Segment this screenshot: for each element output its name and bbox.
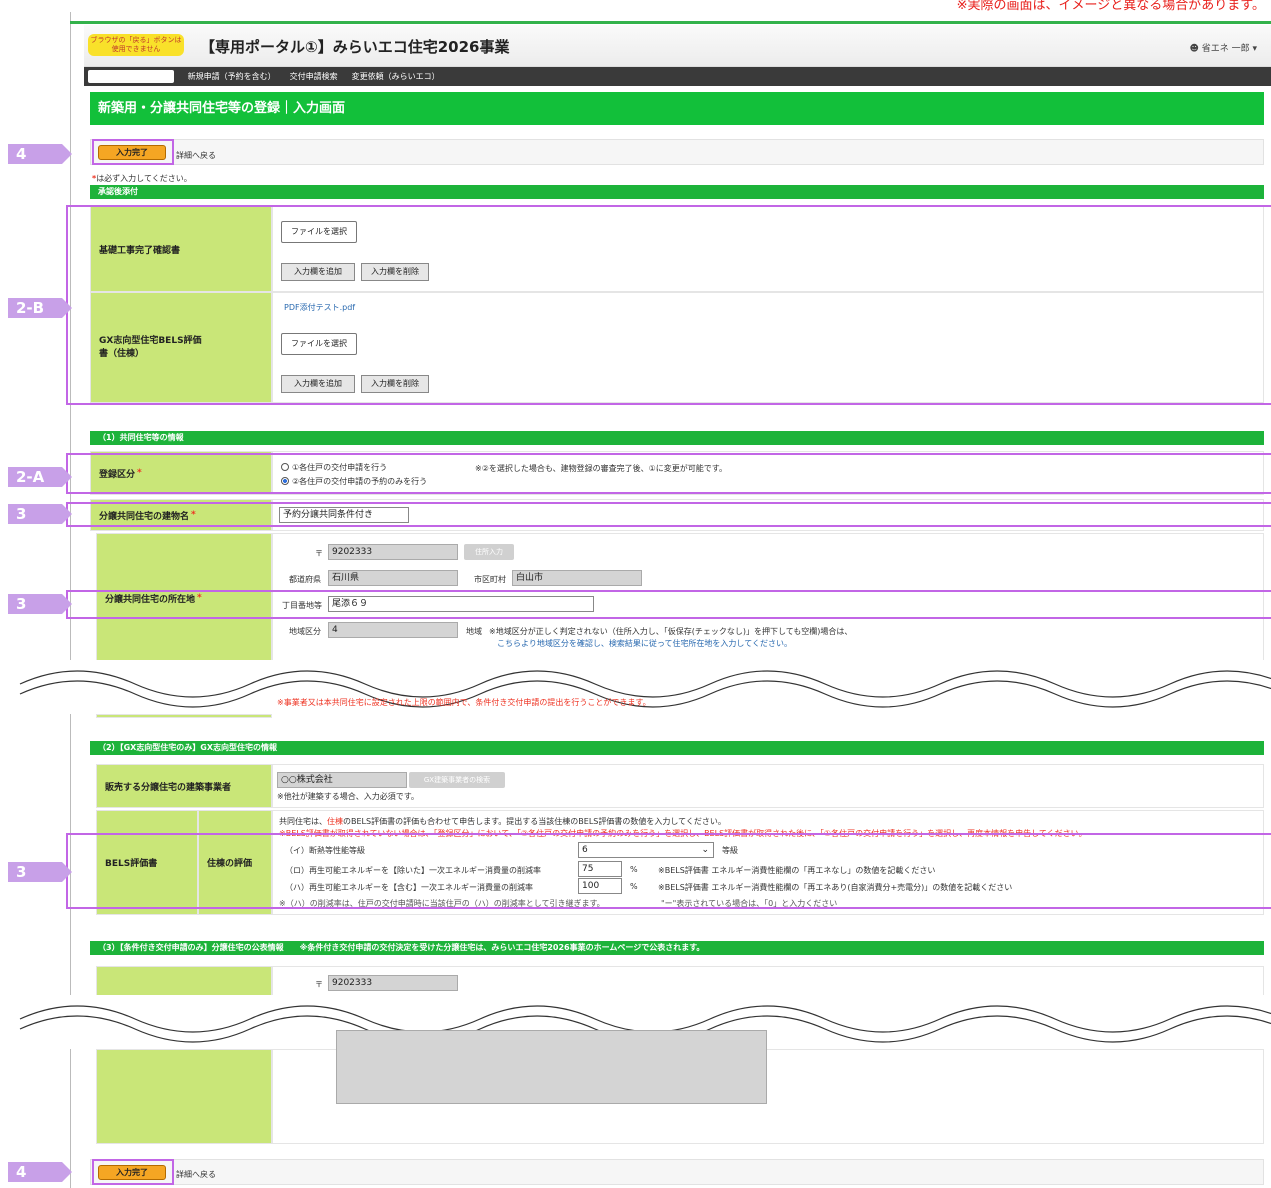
section-1-header: （1）共同住宅等の情報 [90,431,1264,445]
builder-search-button[interactable]: GX建築事業者の検索 [409,772,505,788]
user-name: 省エネ 一郎 [1201,44,1250,54]
back-to-detail-link-bottom[interactable]: 詳細へ戻る [176,1169,216,1180]
region-check-link[interactable]: こちらより地域区分を確認し、検索結果に従って住宅所在地を入力してください。 [497,638,792,649]
bels-info: 共同住宅は、住棟のBELS評価書の評価も合わせて申告します。提出する当該住棟のB… [279,817,726,826]
highlight-bels [66,833,1271,909]
callout-tag-3-bels: 3 [8,862,72,882]
highlight-reg-type [66,453,1271,494]
region-unit: 地域 [466,627,482,636]
submission-limit-note: ※事業者又は本共同住宅に設定された上限の範囲内で、条件付き交付申請の提出を行うこ… [277,698,651,707]
city-label: 市区町村 [474,575,506,584]
address-lookup-button[interactable]: 住所入力 [464,544,514,560]
action-bar-top [90,139,1264,165]
top-accent-line [70,21,1271,24]
action-bar-bottom [90,1159,1264,1185]
pref-input[interactable]: 石川県 [328,570,458,586]
portal-title: 【専用ポータル①】みらいエコ住宅2026事業 [200,38,510,56]
nav-item-search[interactable]: 交付申請検索 [290,71,338,82]
nav-bar: ⌂ TOPに戻る 新規申請（予約を含む） 交付申請検索 変更依頼（みらいエコ） [84,67,1271,86]
disclaimer-note: ※実際の画面は、イメージと異なる場合があります。 [956,0,1265,13]
builder-label: 販売する分譲住宅の建築事業者 [96,764,272,808]
nav-item-new[interactable]: 新規申請（予約を含む） [188,71,276,82]
public-text-area[interactable] [336,1030,767,1104]
home-icon: ⌂ [93,72,101,81]
city-input[interactable]: 白山市 [512,570,642,586]
section-attach-header: 承認後添付 [90,185,1264,199]
back-button-warning: ブラウザの「戻る」ボタンは使用できません [88,34,184,56]
user-menu[interactable]: ☻ 省エネ 一郎 ▾ [1189,41,1257,54]
nav-home-button[interactable]: ⌂ TOPに戻る [88,70,174,83]
highlight-building-name [66,502,1271,527]
nav-item-change[interactable]: 変更依頼（みらいエコ） [352,71,440,82]
highlight-street [66,590,1271,619]
callout-tag-4-top: 4 [8,144,72,164]
builder-input[interactable]: ○○株式会社 [277,772,407,788]
public-info-label [96,1049,272,1144]
highlight-bottom-done [92,1159,174,1185]
public-zip-input[interactable]: 9202333 [328,975,458,991]
callout-tag-2a: 2-A [8,467,72,487]
pref-label: 都道府県 [289,575,321,584]
required-note: *は必ず入力してください。 [92,174,192,183]
region-input[interactable]: 4 [328,622,458,638]
builder-note: ※他社が建築する場合、入力必須です。 [277,792,419,801]
section-3-header: （3）【条件付き交付申請のみ】分譲住宅の公表情報 ※条件付き交付申請の交付決定を… [90,941,1264,955]
back-to-detail-link[interactable]: 詳細へ戻る [176,150,216,161]
chevron-down-icon: ▾ [1249,44,1257,54]
highlight-attachments [66,205,1271,405]
address-label-tail [96,714,272,718]
zip-input[interactable]: 9202333 [328,544,458,560]
highlight-top-done [92,139,174,165]
region-label: 地域区分 [289,627,321,636]
section-2-header: （2）【GX志向型住宅のみ】GX志向型住宅の情報 [90,741,1264,755]
callout-tag-2b: 2-B [8,298,72,318]
callout-tag-3-building: 3 [8,504,72,524]
region-note: ※地域区分が正しく判定されない（住所入力し、「仮保存(チェックなし)」を押下して… [489,627,853,636]
callout-tag-3-address: 3 [8,594,72,614]
user-icon: ☻ [1189,44,1202,54]
zip-mark: 〒 [315,549,323,558]
callout-tag-4-bottom: 4 [8,1162,72,1182]
page-title: 新築用・分譲共同住宅等の登録｜入力画面 [90,92,1264,125]
public-zip-mark: 〒 [315,980,323,989]
